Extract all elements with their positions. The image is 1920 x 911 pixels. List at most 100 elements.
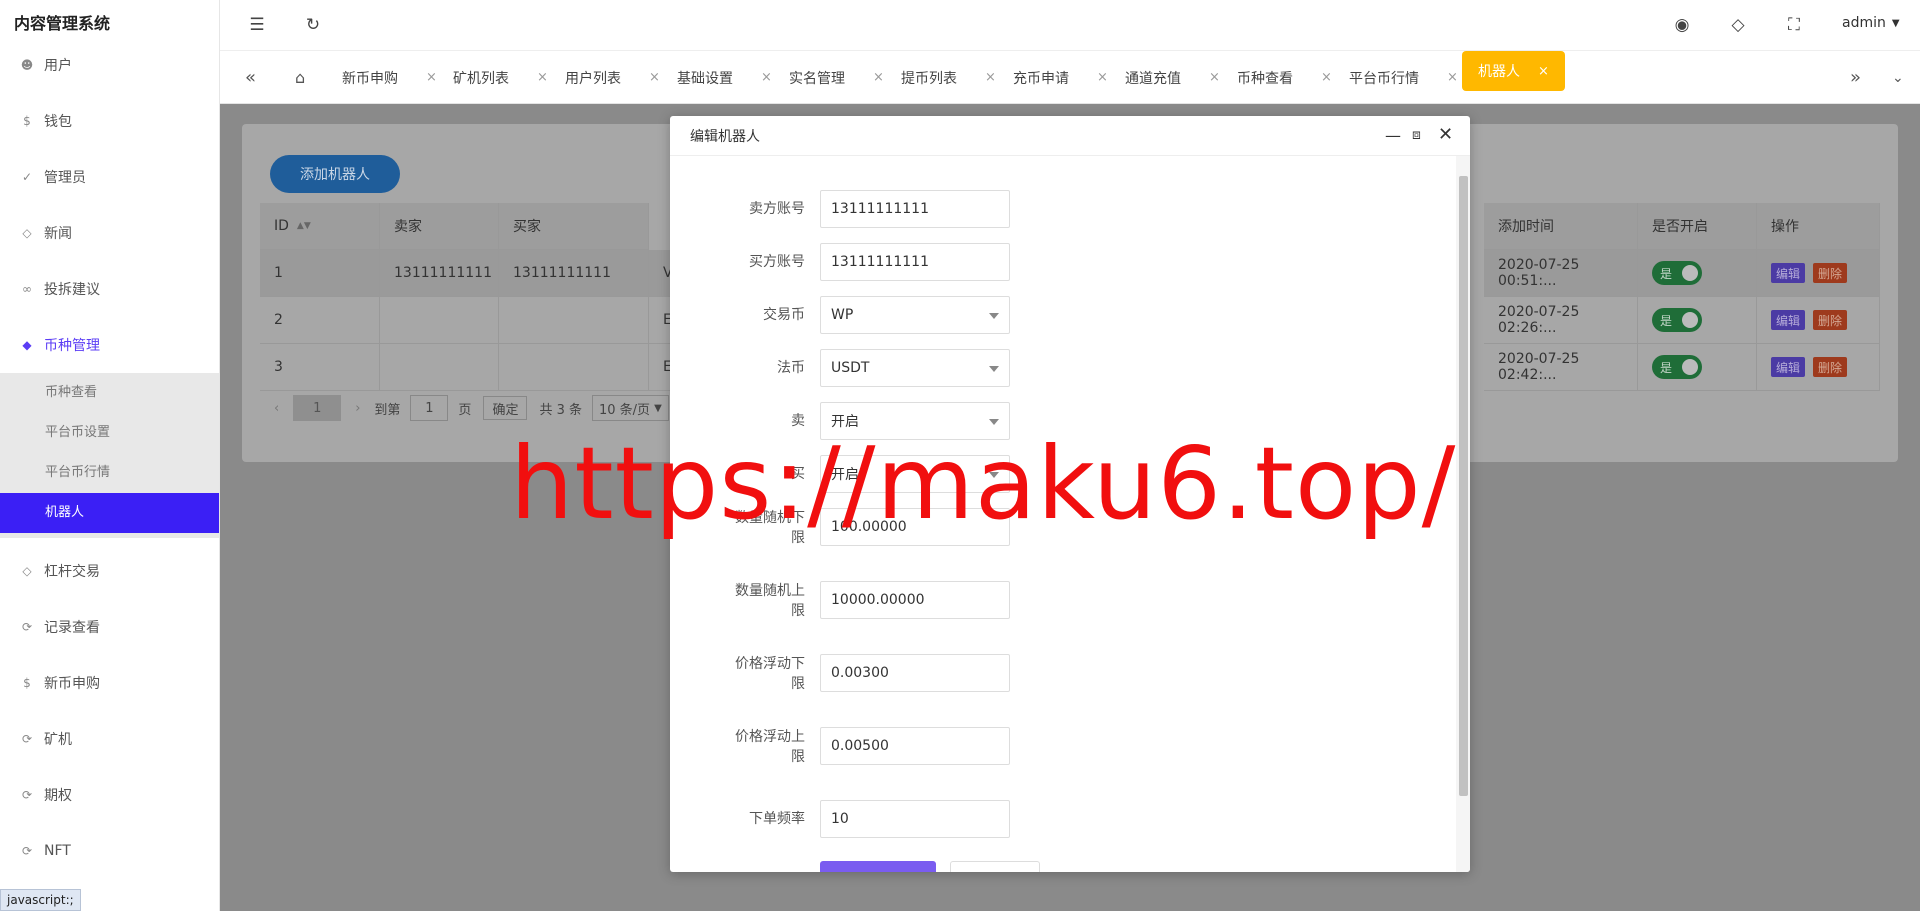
refresh-icon[interactable]: ↻: [301, 13, 325, 37]
user-menu[interactable]: admin ▼: [1842, 15, 1900, 31]
current-page[interactable]: 1: [293, 395, 342, 421]
scrollbar-thumb[interactable]: [1459, 176, 1468, 796]
sort-icon[interactable]: ▲▼: [297, 221, 311, 231]
cell-buyer: [499, 297, 649, 344]
goto-confirm-button[interactable]: 确定: [483, 396, 528, 420]
palette-icon[interactable]: ◉: [1670, 13, 1694, 37]
loop-icon: ⟳: [21, 732, 33, 746]
caret-down-icon: [989, 366, 999, 372]
loop-icon: ⟳: [21, 788, 33, 802]
cell-id: 3: [260, 344, 380, 391]
quantity-max-input[interactable]: 10000.00000: [820, 581, 1010, 619]
buyer-account-input[interactable]: 13111111111: [820, 243, 1010, 281]
submenu-item-currency-view[interactable]: 币种查看: [0, 373, 219, 413]
submenu-item-robot[interactable]: 机器人: [0, 493, 219, 533]
prev-page-icon[interactable]: ‹: [274, 401, 279, 416]
order-frequency-input[interactable]: 10: [820, 800, 1010, 838]
close-icon[interactable]: ×: [873, 70, 884, 85]
tab-robot[interactable]: 机器人 ×: [1462, 51, 1565, 91]
trade-coin-select[interactable]: WP: [820, 296, 1010, 334]
sidebar-item-miner[interactable]: ⟳ 矿机: [0, 711, 219, 767]
sidebar-item-admins[interactable]: ✓ 管理员: [0, 149, 219, 205]
enabled-toggle[interactable]: 是: [1652, 308, 1702, 332]
close-icon[interactable]: ×: [1097, 70, 1108, 85]
edit-button[interactable]: 编辑: [1771, 357, 1806, 377]
tab-basic-settings[interactable]: 基础设置 ×: [677, 51, 772, 104]
sidebar-item-new-coin[interactable]: $ 新币申购: [0, 655, 219, 711]
menu-toggle-icon[interactable]: ☰: [245, 13, 269, 37]
tab-bar: « ⌂ 新币申购 × 矿机列表 × 用户列表 × 基础设置 × 实名管理 × 提币列表 × …: [220, 50, 1920, 104]
column-header-enabled: 是否开启: [1638, 203, 1757, 250]
submenu-item-platform-coin-settings[interactable]: 平台币设置: [0, 413, 219, 453]
next-page-icon[interactable]: ›: [355, 401, 360, 416]
pagination: ‹ 1 › 到第 1 页 确定 共 3 条 10 条/页 ▼: [260, 393, 669, 423]
tab-platform-coin-market[interactable]: 平台币行情 ×: [1349, 51, 1458, 104]
fiat-select[interactable]: USDT: [820, 349, 1010, 387]
delete-button[interactable]: 删除: [1813, 310, 1848, 330]
tab-kyc[interactable]: 实名管理 ×: [789, 51, 884, 104]
tab-currency-view[interactable]: 币种查看 ×: [1237, 51, 1332, 104]
close-icon[interactable]: ×: [1447, 70, 1458, 85]
sidebar-item-wallet[interactable]: $ 钱包: [0, 93, 219, 149]
user-icon: ☻: [20, 58, 34, 72]
tab-withdraw-list[interactable]: 提币列表 ×: [901, 51, 996, 104]
tab-new-coin[interactable]: 新币申购 ×: [342, 51, 437, 104]
sidebar-item-news[interactable]: ◇ 新闻: [0, 205, 219, 261]
chevron-down-icon[interactable]: ⌄: [1892, 51, 1904, 104]
close-icon[interactable]: ×: [649, 70, 660, 85]
tab-miner-list[interactable]: 矿机列表 ×: [453, 51, 548, 104]
fullscreen-icon[interactable]: ⛶: [1782, 13, 1806, 37]
delete-button[interactable]: 删除: [1813, 357, 1848, 377]
column-header-id[interactable]: ID ▲▼: [260, 203, 380, 250]
top-bar: ☰ ↻ ◉ ◇ ⛶ admin ▼: [220, 0, 1920, 50]
edit-button[interactable]: 编辑: [1771, 263, 1806, 283]
caret-down-icon: ▼: [654, 402, 662, 414]
price-float-max-input[interactable]: 0.00500: [820, 727, 1010, 765]
close-icon[interactable]: ✕: [1438, 124, 1453, 145]
close-icon[interactable]: ×: [1321, 70, 1332, 85]
sidebar-item-leverage[interactable]: ◇ 杠杆交易: [0, 543, 219, 599]
close-icon[interactable]: ×: [1538, 64, 1549, 79]
tabs-scroll-left-icon[interactable]: «: [245, 51, 256, 104]
sidebar-item-users[interactable]: ☻ 用户: [0, 37, 219, 93]
tab-user-list[interactable]: 用户列表 ×: [565, 51, 660, 104]
field-label: 价格浮动上限: [735, 729, 805, 765]
cell-added-time: 2020-07-25 00:51:...: [1484, 250, 1638, 297]
submenu-item-platform-coin-market[interactable]: 平台币行情: [0, 453, 219, 493]
submit-button[interactable]: [820, 861, 936, 872]
sidebar-item-nft[interactable]: ⟳ NFT: [0, 823, 219, 879]
tabs-scroll-right-icon[interactable]: »: [1850, 51, 1861, 104]
enabled-toggle[interactable]: 是: [1652, 261, 1702, 285]
home-icon[interactable]: ⌂: [295, 51, 305, 104]
close-icon[interactable]: ×: [426, 70, 437, 85]
reset-button[interactable]: [950, 861, 1040, 872]
close-icon[interactable]: ×: [1209, 70, 1220, 85]
cell-id: 1: [260, 250, 380, 297]
price-float-min-input[interactable]: 0.00300: [820, 654, 1010, 692]
currency-submenu: 币种查看 平台币设置 平台币行情 机器人: [0, 373, 219, 538]
sidebar-item-currency-management[interactable]: ◆ 币种管理: [0, 317, 219, 373]
tag-icon: ◇: [22, 226, 32, 240]
tab-deposit-requests[interactable]: 充币申请 ×: [1013, 51, 1108, 104]
seller-account-input[interactable]: 13111111111: [820, 190, 1010, 228]
delete-button[interactable]: 删除: [1813, 263, 1848, 283]
close-icon[interactable]: ×: [537, 70, 548, 85]
enabled-toggle[interactable]: 是: [1652, 355, 1702, 379]
tab-channel-recharge[interactable]: 通道充值 ×: [1125, 51, 1220, 104]
tag-icon[interactable]: ◇: [1726, 13, 1750, 37]
per-page-select[interactable]: 10 条/页 ▼: [592, 395, 669, 421]
column-header-seller: 卖家: [380, 203, 499, 250]
field-label: 下单频率: [749, 811, 805, 827]
close-icon[interactable]: ×: [761, 70, 772, 85]
cell-enabled: 是: [1638, 250, 1757, 297]
sidebar-item-options[interactable]: ⟳ 期权: [0, 767, 219, 823]
add-robot-button[interactable]: 添加机器人: [270, 155, 400, 193]
maximize-icon[interactable]: ⧈: [1412, 127, 1421, 143]
close-icon[interactable]: ×: [985, 70, 996, 85]
sidebar-item-feedback[interactable]: ∞ 投拆建议: [0, 261, 219, 317]
sidebar-item-records[interactable]: ⟳ 记录查看: [0, 599, 219, 655]
dialog-scrollbar[interactable]: [1456, 156, 1470, 872]
minimize-icon[interactable]: —: [1385, 126, 1401, 145]
edit-button[interactable]: 编辑: [1771, 310, 1806, 330]
goto-page-input[interactable]: 1: [410, 395, 449, 421]
